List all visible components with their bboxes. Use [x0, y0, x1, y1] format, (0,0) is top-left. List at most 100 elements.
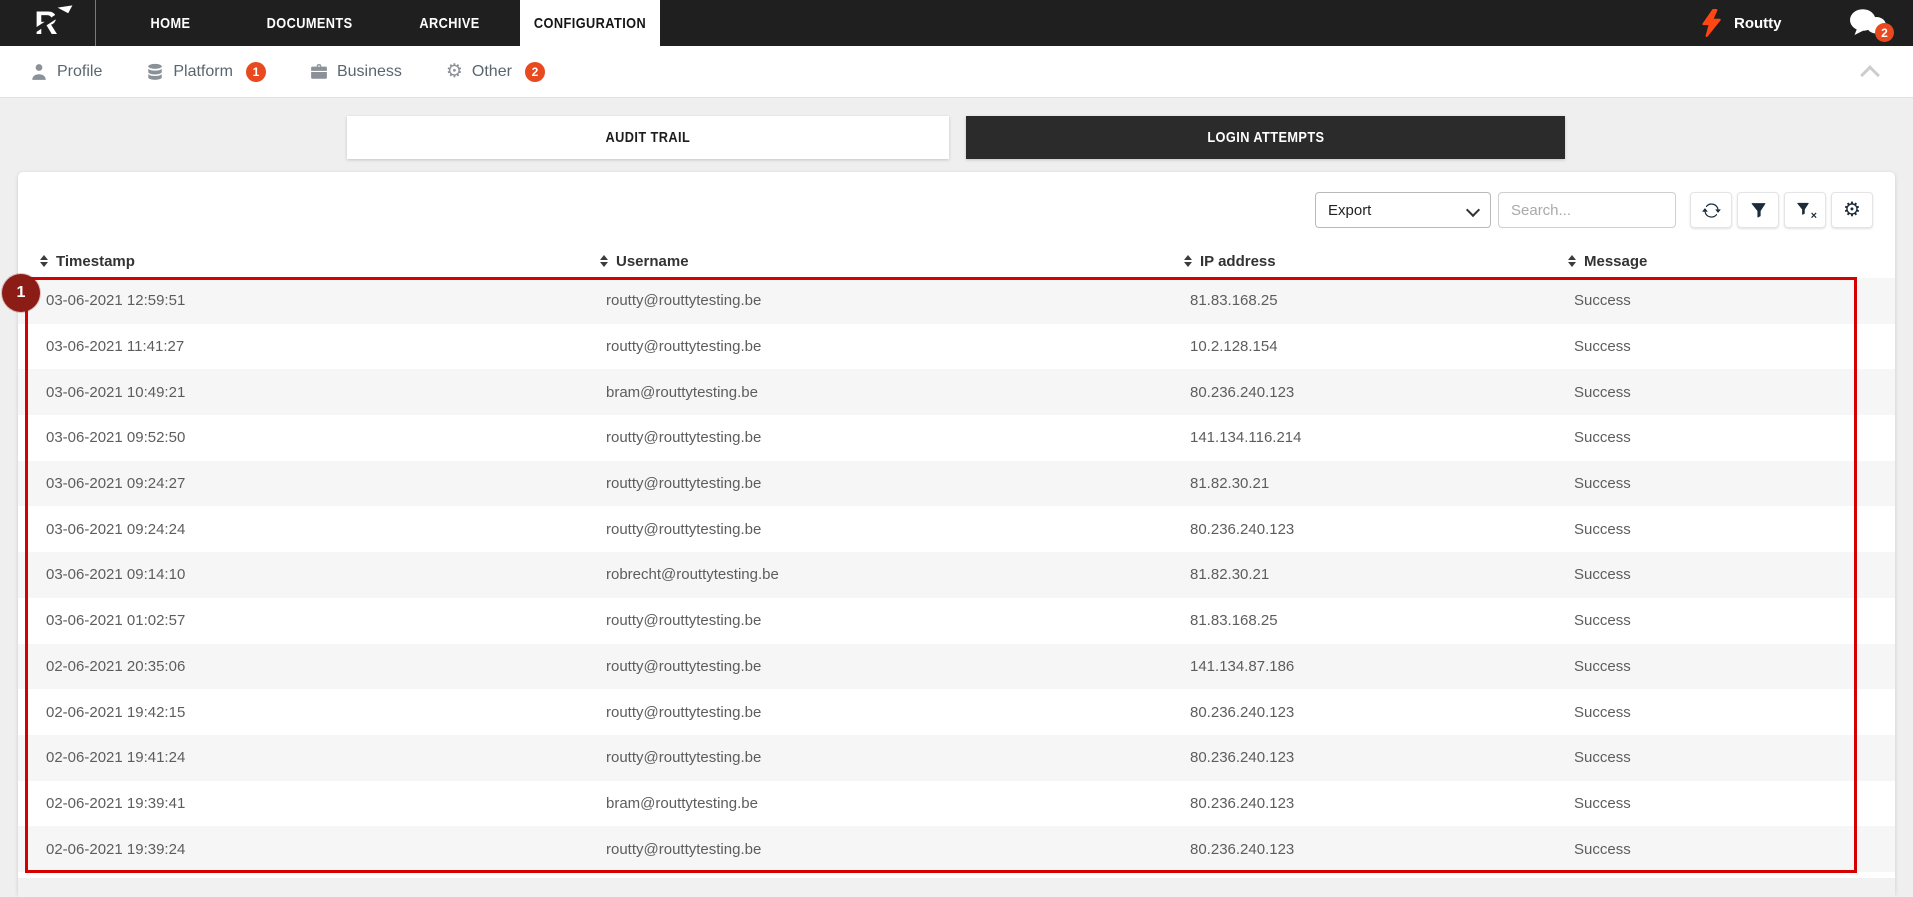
settings-button[interactable]: ⚙ [1831, 192, 1873, 228]
sort-icon [40, 255, 48, 267]
table-row[interactable]: 02-06-2021 19:39:41bram@routtytesting.be… [18, 781, 1895, 827]
table-cell: 80.236.240.123 [1190, 369, 1294, 415]
subnav-item-profile[interactable]: Profile [30, 63, 102, 81]
partial-next-row [18, 878, 1895, 897]
sort-icon [1184, 255, 1192, 267]
table-cell: 80.236.240.123 [1190, 689, 1294, 735]
filter-remove-icon [1796, 202, 1810, 216]
other-badge: 2 [525, 62, 545, 82]
subnav-platform-label: Platform [173, 63, 233, 81]
table-row[interactable]: 02-06-2021 19:42:15routty@routtytesting.… [18, 689, 1895, 735]
chat-badge: 2 [1875, 23, 1894, 42]
table-cell: bram@routtytesting.be [606, 781, 758, 827]
main-menu: HOME DOCUMENTS ARCHIVE CONFIGURATION [100, 0, 660, 46]
table-body: 03-06-2021 12:59:51 routty@routtytesting.… [18, 278, 1895, 872]
table-cell: 03-06-2021 09:14:10 [46, 552, 185, 598]
sort-icon [1568, 255, 1576, 267]
column-header-ip-address[interactable]: IP address [1184, 244, 1276, 278]
table-header: Timestamp Username IP address Message [18, 244, 1895, 278]
filter-icon [1750, 202, 1767, 219]
account-name: Routty [1734, 15, 1782, 32]
chat-button[interactable]: 2 [1848, 8, 1894, 40]
table-cell: Success [1574, 826, 1631, 872]
table-row[interactable]: 03-06-2021 09:24:27routty@routtytesting.… [18, 461, 1895, 507]
table-cell: 80.236.240.123 [1190, 826, 1294, 872]
table-cell: 03-06-2021 11:41:27 [46, 324, 184, 370]
table-cell: 80.236.240.123 [1190, 735, 1294, 781]
column-header-message[interactable]: Message [1568, 244, 1647, 278]
table-row[interactable]: 02-06-2021 19:41:24 routty@routtytesting.… [18, 735, 1895, 781]
table-cell: Success [1574, 689, 1631, 735]
table-cell: Success [1574, 415, 1631, 461]
table-cell: Success [1574, 369, 1631, 415]
table-cell: 03-06-2021 12:59:51 [46, 278, 185, 324]
top-navigation-bar: R HOME DOCUMENTS ARCHIVE CONFIGURATION R… [0, 0, 1913, 46]
table-row[interactable]: 03-06-2021 12:59:51routty@routtytesting.… [18, 278, 1895, 324]
table-cell: routty@routtytesting.be [606, 598, 761, 644]
table-cell: 10.2.128.154 [1190, 324, 1278, 370]
tab-documents[interactable]: DOCUMENTS [240, 0, 380, 46]
column-label: IP address [1200, 253, 1276, 270]
table-row[interactable]: 03-06-2021 09:52:50 routty@routtytesting.… [18, 415, 1895, 461]
annotation-badge-1: 1 [2, 274, 40, 312]
table-cell: routty@routtytesting.be [606, 415, 761, 461]
tab-home[interactable]: HOME [100, 0, 240, 46]
table-cell: 02-06-2021 19:42:15 [46, 689, 185, 735]
audit-trail-button[interactable]: AUDIT TRAIL [347, 116, 949, 159]
table-cell: 81.83.168.25 [1190, 598, 1278, 644]
subnav-profile-label: Profile [57, 63, 102, 81]
filter-button[interactable] [1737, 192, 1779, 228]
table-cell: 80.236.240.123 [1190, 781, 1294, 827]
table-cell: 141.134.116.214 [1190, 415, 1302, 461]
table-cell: Success [1574, 461, 1631, 507]
table-row[interactable]: 03-06-2021 10:49:21 bram@routtytesting.be… [18, 369, 1895, 415]
table-row[interactable]: 03-06-2021 01:02:57 routty@routtytesting.… [18, 598, 1895, 644]
subnav-item-platform[interactable]: Platform 1 [146, 62, 266, 82]
person-icon [30, 63, 48, 81]
subnav-other-label: Other [472, 63, 512, 81]
table-row[interactable]: 03-06-2021 09:14:10 robrecht@routtytestin… [18, 552, 1895, 598]
routty-logo[interactable]: R [0, 0, 95, 46]
column-header-timestamp[interactable]: Timestamp [40, 244, 135, 278]
table-cell: 03-06-2021 09:52:50 [46, 415, 185, 461]
table-cell: Success [1574, 552, 1631, 598]
table-row[interactable]: 02-06-2021 20:35:06routty@routtytesting.… [18, 644, 1895, 690]
tab-configuration-label: CONFIGURATION [534, 15, 646, 32]
configuration-subnav: Profile Platform 1 Business ⚙ Other 2 [0, 46, 1913, 98]
table-row[interactable]: 03-06-2021 09:24:24routty@routtytesting.… [18, 506, 1895, 552]
app-screen: R HOME DOCUMENTS ARCHIVE CONFIGURATION R… [0, 0, 1913, 897]
gear-icon: ⚙ [1843, 200, 1861, 220]
table-row[interactable]: 02-06-2021 19:39:24routty@routtytesting.… [18, 826, 1895, 872]
table-cell: 03-06-2021 01:02:57 [46, 598, 185, 644]
refresh-button[interactable] [1690, 192, 1732, 228]
account-area[interactable]: Routty [1700, 0, 1782, 46]
audit-trail-label: AUDIT TRAIL [606, 129, 691, 146]
login-attempts-button[interactable]: LOGIN ATTEMPTS [966, 116, 1565, 159]
export-select-wrap: Export [1315, 192, 1491, 228]
table-cell: Success [1574, 598, 1631, 644]
lightning-icon [1700, 9, 1722, 37]
table-cell: bram@routtytesting.be [606, 369, 758, 415]
table-cell: robrecht@routtytesting.be [606, 552, 779, 598]
tab-archive[interactable]: ARCHIVE [380, 0, 520, 46]
filter-remove-button[interactable]: × [1784, 192, 1826, 228]
tab-configuration[interactable]: CONFIGURATION [520, 0, 660, 46]
chevron-up-icon[interactable] [1862, 64, 1878, 80]
table-cell: 81.82.30.21 [1190, 461, 1269, 507]
subnav-business-label: Business [337, 63, 402, 81]
subnav-item-business[interactable]: Business [310, 63, 402, 81]
table-row[interactable]: 03-06-2021 11:41:27routty@routtytesting.… [18, 324, 1895, 370]
table-cell: 02-06-2021 20:35:06 [46, 644, 185, 690]
column-label: Timestamp [56, 253, 135, 270]
table-cell: 03-06-2021 09:24:24 [46, 506, 185, 552]
table-cell: 02-06-2021 19:41:24 [46, 735, 185, 781]
search-input[interactable] [1498, 192, 1676, 228]
table-cell: 03-06-2021 10:49:21 [46, 369, 185, 415]
subnav-item-other[interactable]: ⚙ Other 2 [446, 62, 545, 82]
table-cell: Success [1574, 644, 1631, 690]
table-cell: routty@routtytesting.be [606, 735, 761, 781]
gear-icon: ⚙ [446, 63, 463, 81]
export-select[interactable]: Export [1315, 192, 1491, 228]
column-header-username[interactable]: Username [600, 244, 689, 278]
topbar-separator [95, 0, 96, 46]
